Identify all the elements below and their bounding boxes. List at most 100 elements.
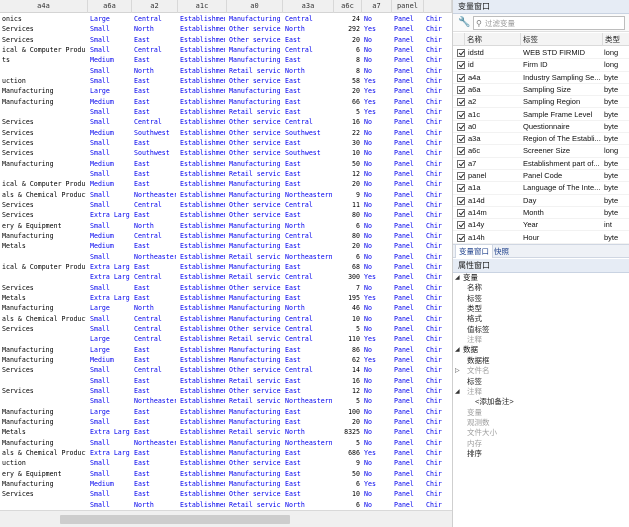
- table-cell-a1c[interactable]: Establishment: [180, 45, 225, 55]
- table-cell-a4a[interactable]: als & Chemical Products: [2, 314, 86, 324]
- table-cell-a1a[interactable]: Chir: [426, 24, 450, 34]
- table-row[interactable]: Manufacturing Small East Establishment Manuf…: [0, 417, 452, 427]
- table-cell-a6c[interactable]: 686: [336, 448, 360, 458]
- table-cell-a6c[interactable]: 24: [336, 14, 360, 24]
- table-cell-a1c[interactable]: Establishment: [180, 489, 225, 499]
- table-cell-a1c[interactable]: Establishment: [180, 334, 225, 344]
- table-cell-a4a[interactable]: [2, 376, 86, 386]
- table-row[interactable]: Services Small Central Establishment Other s…: [0, 365, 452, 375]
- table-cell-a6a[interactable]: Small: [90, 66, 130, 76]
- table-cell-a6a[interactable]: Extra Large: [90, 272, 130, 282]
- table-row[interactable]: Small North Establishment Retail services No…: [0, 66, 452, 76]
- table-cell-a4a[interactable]: Services: [2, 210, 86, 220]
- column-header-a6a[interactable]: a6a: [88, 0, 132, 13]
- table-cell-a6a[interactable]: Small: [90, 469, 130, 479]
- table-cell-a0[interactable]: Manufacturing: [229, 407, 281, 417]
- variable-filter-box[interactable]: ⚲: [473, 16, 625, 30]
- table-row[interactable]: Manufacturing Medium East Establishment Manu…: [0, 97, 452, 107]
- table-cell-a6a[interactable]: Extra Large: [90, 262, 130, 272]
- table-cell-a7[interactable]: No: [364, 469, 390, 479]
- table-cell-a1c[interactable]: Establishment: [180, 479, 225, 489]
- table-row[interactable]: als & Chemical Products Small Central Estab…: [0, 314, 452, 324]
- table-cell-panel[interactable]: Panel: [394, 221, 422, 231]
- table-cell-panel[interactable]: Panel: [394, 14, 422, 24]
- table-cell-a1a[interactable]: Chir: [426, 262, 450, 272]
- variable-row[interactable]: a2 Sampling Region byte: [453, 96, 629, 109]
- table-cell-a6a[interactable]: Large: [90, 14, 130, 24]
- table-cell-a1c[interactable]: Establishment: [180, 427, 225, 437]
- table-cell-panel[interactable]: Panel: [394, 128, 422, 138]
- table-cell-a6c[interactable]: 292: [336, 24, 360, 34]
- table-cell-a6c[interactable]: 6: [336, 500, 360, 510]
- table-cell-a3a[interactable]: East: [285, 76, 332, 86]
- table-cell-a6c[interactable]: 12: [336, 169, 360, 179]
- table-cell-a6c[interactable]: 8: [336, 66, 360, 76]
- variable-checkbox[interactable]: [457, 196, 465, 205]
- table-cell-a6c[interactable]: 9: [336, 458, 360, 468]
- table-cell-panel[interactable]: Panel: [394, 293, 422, 303]
- table-row[interactable]: Manufacturing Medium Central Establishment M…: [0, 231, 452, 241]
- table-cell-a6a[interactable]: Small: [90, 283, 130, 293]
- table-cell-a6c[interactable]: 5: [336, 324, 360, 334]
- table-cell-a1c[interactable]: Establishment: [180, 148, 225, 158]
- variable-row[interactable]: a3a Region of The Establi... byte: [453, 133, 629, 146]
- table-cell-a0[interactable]: Manufacturing: [229, 231, 281, 241]
- table-cell-a0[interactable]: Manufacturing: [229, 159, 281, 169]
- table-cell-panel[interactable]: Panel: [394, 303, 422, 313]
- table-cell-a4a[interactable]: ical & Computer Products: [2, 45, 86, 55]
- table-cell-a6c[interactable]: 86: [336, 345, 360, 355]
- table-cell-a1a[interactable]: Chir: [426, 407, 450, 417]
- variables-list[interactable]: idstd WEB STD FIRMID long id Firm ID long a4a I…: [453, 47, 629, 244]
- table-cell-a0[interactable]: Other services: [229, 458, 281, 468]
- table-cell-a3a[interactable]: North: [285, 24, 332, 34]
- table-row[interactable]: Metals Medium East Establishment Manufacturi…: [0, 241, 452, 251]
- table-cell-a4a[interactable]: [2, 396, 86, 406]
- table-cell-a0[interactable]: Other services: [229, 200, 281, 210]
- table-cell-a6c[interactable]: 50: [336, 469, 360, 479]
- table-cell-a6a[interactable]: Large: [90, 86, 130, 96]
- table-cell-a1a[interactable]: Chir: [426, 365, 450, 375]
- property-row[interactable]: 值标签: [453, 325, 629, 335]
- table-cell-a7[interactable]: Yes: [364, 448, 390, 458]
- table-cell-a6a[interactable]: Medium: [90, 159, 130, 169]
- variable-filter-input[interactable]: [485, 17, 623, 29]
- table-cell-panel[interactable]: Panel: [394, 45, 422, 55]
- table-cell-a6c[interactable]: 30: [336, 138, 360, 148]
- table-cell-a3a[interactable]: East: [285, 169, 332, 179]
- table-cell-a6a[interactable]: Large: [90, 407, 130, 417]
- column-header-a0[interactable]: a0: [227, 0, 283, 13]
- table-cell-a6a[interactable]: Extra Large: [90, 427, 130, 437]
- table-cell-a3a[interactable]: Central: [285, 324, 332, 334]
- table-cell-panel[interactable]: Panel: [394, 376, 422, 386]
- table-cell-a4a[interactable]: uction: [2, 76, 86, 86]
- variable-checkbox[interactable]: [457, 122, 465, 131]
- table-cell-a0[interactable]: Other services: [229, 35, 281, 45]
- table-cell-a3a[interactable]: East: [285, 179, 332, 189]
- table-cell-a6c[interactable]: 14: [336, 365, 360, 375]
- table-cell-a0[interactable]: Manufacturing: [229, 479, 281, 489]
- table-cell-a1c[interactable]: Establishment: [180, 376, 225, 386]
- table-cell-a7[interactable]: No: [364, 179, 390, 189]
- table-cell-a1c[interactable]: Establishment: [180, 417, 225, 427]
- table-cell-a7[interactable]: No: [364, 14, 390, 24]
- table-cell-a6a[interactable]: Medium: [90, 241, 130, 251]
- table-cell-a7[interactable]: No: [364, 365, 390, 375]
- table-cell-a6c[interactable]: 5: [336, 107, 360, 117]
- table-cell-a6a[interactable]: Small: [90, 45, 130, 55]
- table-cell-panel[interactable]: Panel: [394, 252, 422, 262]
- table-cell-a7[interactable]: No: [364, 200, 390, 210]
- table-cell-a2[interactable]: North: [134, 303, 176, 313]
- table-cell-a6c[interactable]: 110: [336, 334, 360, 344]
- table-row[interactable]: ical & Computer Products Medium East Establ…: [0, 179, 452, 189]
- table-cell-a7[interactable]: Yes: [364, 334, 390, 344]
- table-cell-panel[interactable]: Panel: [394, 448, 422, 458]
- table-row[interactable]: uction Small East Establishment Other servic…: [0, 458, 452, 468]
- table-cell-a1a[interactable]: Chir: [426, 138, 450, 148]
- table-cell-a4a[interactable]: Manufacturing: [2, 355, 86, 365]
- table-cell-a1a[interactable]: Chir: [426, 35, 450, 45]
- table-row[interactable]: Small East Establishment Retail services Eas…: [0, 169, 452, 179]
- variable-checkbox[interactable]: [457, 110, 465, 119]
- property-row[interactable]: 注释: [453, 335, 629, 345]
- table-cell-a3a[interactable]: East: [285, 210, 332, 220]
- table-cell-a1c[interactable]: Establishment: [180, 396, 225, 406]
